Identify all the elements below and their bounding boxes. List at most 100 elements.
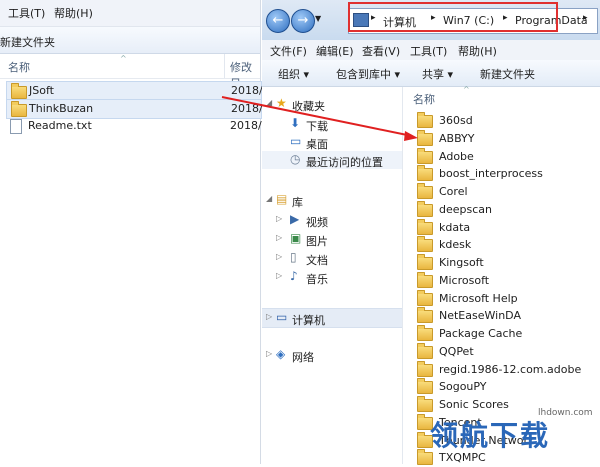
left-explorer-window: 工具(T) 帮助(H) 新建文件夹 名称 ^ 修改日 JSoft 2018/Thi… [0,0,263,464]
menu-help[interactable]: 帮助(H) [458,43,497,59]
folder-row[interactable]: NetEaseWinDA [413,307,598,325]
nav-item-picture[interactable]: ▷ ▣ 图片 [262,230,402,248]
nav-item-star[interactable]: ◢ ★ 收藏夹 [262,95,402,113]
folder-icon [417,165,433,182]
file-date: 2018/ [230,119,262,132]
expand-icon[interactable]: ▷ [276,214,282,223]
left-menu-bar: 工具(T) 帮助(H) [0,0,260,27]
folder-row[interactable]: ABBYY [413,129,598,148]
organize-button[interactable]: 组织 ▾ [278,66,309,82]
nav-item-recent[interactable]: ◷ 最近访问的位置 [262,151,402,169]
folder-icon [417,183,433,199]
folder-row[interactable]: SogouPY [413,378,598,396]
menu-help[interactable]: 帮助(H) [54,5,93,21]
expand-icon[interactable]: ▷ [266,349,272,358]
folder-icon [417,129,433,146]
history-dropdown-icon[interactable]: ▼ [315,14,321,23]
file-row[interactable]: JSoft 2018/ [6,81,263,101]
nav-label: 计算机 [292,314,325,327]
nav-label: 库 [292,196,303,209]
folder-row[interactable]: 360sd [413,112,598,130]
folder-name: SogouPY [439,380,487,394]
chevron-right-icon[interactable]: ▸ [583,13,588,23]
nav-label: 桌面 [306,138,328,151]
file-row[interactable]: ThinkBuzan 2018/ [6,99,263,119]
folder-name: Corel [439,185,468,198]
nav-item-network[interactable]: ▷ ◈ 网络 [262,346,402,364]
left-column-header: 名称 ^ 修改日 [0,54,260,90]
file-name: JSoft [29,84,54,97]
folder-icon [417,271,433,288]
star-icon: ★ [276,96,287,110]
folder-icon [417,218,433,235]
music-icon: ♪ [290,269,298,283]
menu-edit[interactable]: 编辑(E) [316,43,354,59]
folder-row[interactable]: Microsoft [413,271,598,290]
column-name[interactable]: 名称 [8,59,30,75]
column-separator[interactable] [224,54,225,78]
new-folder-button[interactable]: 新建文件夹 [0,34,55,50]
folder-name: Microsoft Help [439,291,518,305]
folder-row[interactable]: Kingsoft [413,254,598,272]
folder-name: kdesk [439,238,472,252]
nav-item-desktop[interactable]: ▭ 桌面 [262,133,402,151]
file-date: 2018/ [231,84,263,97]
nav-item-download[interactable]: ⬇ 下载 [262,115,402,133]
folder-name: NetEaseWinDA [439,309,521,323]
folder-name: regid.1986-12.com.adobe [439,362,582,376]
column-name[interactable]: 名称 [413,91,435,107]
folder-row[interactable]: boost_interprocess [413,165,598,183]
folder-row[interactable]: deepscan [413,200,598,219]
nav-item-computer[interactable]: ▷ ▭ 计算机 [262,308,402,328]
sort-arrow-icon: ^ [120,54,127,63]
file-row[interactable]: Readme.txt 2018/ [6,117,262,135]
picture-icon: ▣ [290,231,302,245]
nav-label: 下载 [306,120,328,133]
expand-icon[interactable]: ▷ [276,271,282,280]
expand-icon[interactable]: ▷ [276,233,282,242]
document-icon: ▯ [290,250,297,264]
back-arrow-icon[interactable]: ← [266,9,290,33]
menu-view[interactable]: 查看(V) [362,43,400,59]
expand-icon[interactable]: ▷ [276,252,282,261]
folder-row[interactable]: QQPet [413,342,598,361]
nav-item-video[interactable]: ▷ ▶ 视频 [262,211,402,229]
nav-label: 收藏夹 [292,100,325,113]
nav-label: 文档 [306,254,328,267]
expand-icon[interactable]: ▷ [266,312,272,321]
network-icon: ◈ [276,347,286,361]
menu-tools[interactable]: 工具(T) [8,5,45,21]
nav-label: 网络 [292,351,314,364]
folder-row[interactable]: Adobe [413,147,598,166]
folder-row[interactable]: Microsoft Help [413,289,598,308]
folder-row[interactable]: kdesk [413,236,598,254]
folder-row[interactable]: regid.1986-12.com.adobe [413,360,598,379]
folder-name: QQPet [439,344,474,358]
folder-row[interactable]: Corel [413,183,598,201]
nav-label: 视频 [306,216,328,229]
expand-icon[interactable]: ◢ [266,98,272,107]
folder-icon [417,396,433,412]
download-icon: ⬇ [290,116,301,130]
include-in-library-button[interactable]: 包含到库中 ▾ [336,66,400,82]
nav-item-document[interactable]: ▷ ▯ 文档 [262,249,402,267]
menu-file[interactable]: 文件(F) [270,43,307,59]
watermark-logo: 领航下载 [430,419,551,452]
folder-row[interactable]: kdata [413,218,598,237]
nav-item-music[interactable]: ▷ ♪ 音乐 [262,268,402,286]
nav-label: 图片 [306,235,328,248]
folder-name: kdata [439,220,471,234]
sort-arrow-icon: ^ [463,85,470,94]
menu-tools[interactable]: 工具(T) [410,43,447,59]
nav-label: 最近访问的位置 [306,156,383,169]
new-folder-button[interactable]: 新建文件夹 [480,66,535,82]
folder-row[interactable]: Package Cache [413,325,598,343]
desktop-icon: ▭ [290,134,302,148]
expand-icon[interactable]: ◢ [266,194,272,203]
nav-item-library[interactable]: ◢ ▤ 库 [262,191,402,209]
forward-arrow-icon[interactable]: → [291,9,315,33]
navigation-pane: ◢ ★ 收藏夹 ⬇ 下载 ▭ 桌面 ◷ 最近访问的位置 ◢ ▤ 库 ▷ ▶ 视频 ▷ ▣ 图片 ▷ ▯ 文档 ▷ ♪ 音乐 ▷ ▭… [262,87,403,464]
file-date: 2018/ [231,102,263,115]
folder-name: ABBYY [439,131,475,145]
share-button[interactable]: 共享 ▾ [422,66,453,82]
